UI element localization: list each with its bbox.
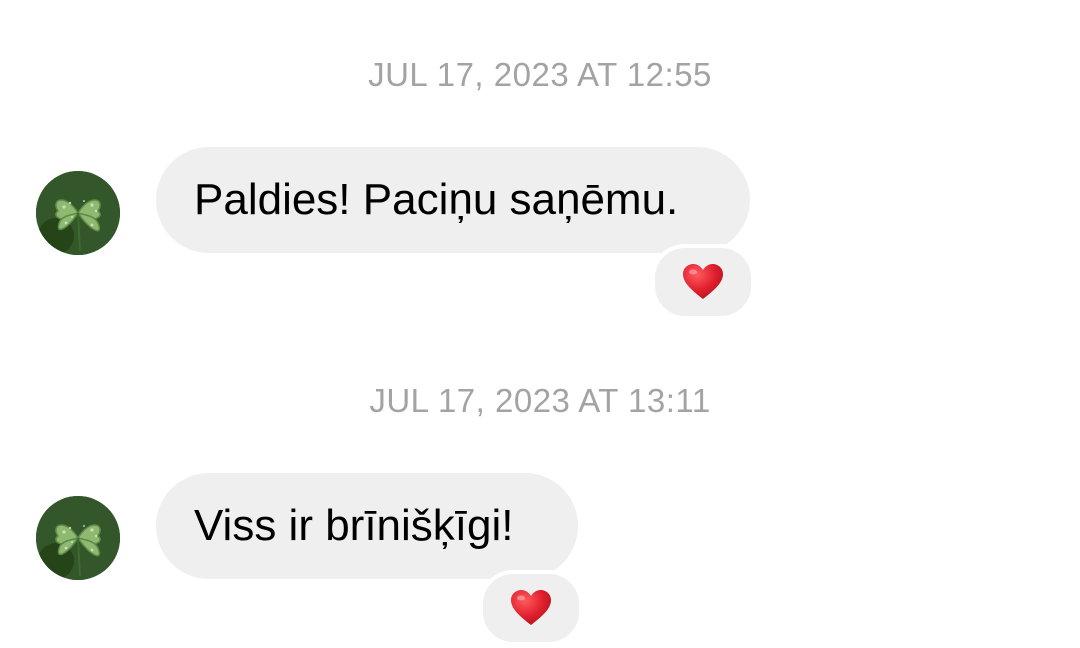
message-bubble[interactable]: Paldies! Paciņu saņēmu. [156, 147, 750, 253]
heart-icon [511, 590, 551, 625]
message-text: Paldies! Paciņu saņēmu. [194, 175, 679, 224]
message-thread: JUL 17, 2023 AT 12:55 Paldies! Paciņu sa… [0, 0, 1080, 648]
avatar[interactable] [36, 171, 120, 255]
message-timestamp: JUL 17, 2023 AT 12:55 [368, 56, 712, 93]
clover-icon [36, 496, 120, 580]
reaction-badge[interactable] [651, 244, 755, 320]
message-text: Viss ir brīnišķīgi! [194, 501, 514, 550]
avatar[interactable] [36, 496, 120, 580]
reaction-badge[interactable] [479, 570, 583, 646]
clover-icon [36, 171, 120, 255]
heart-icon [683, 264, 723, 299]
message-bubble[interactable]: Viss ir brīnišķīgi! [156, 473, 578, 579]
message-timestamp: JUL 17, 2023 AT 13:11 [369, 382, 711, 419]
